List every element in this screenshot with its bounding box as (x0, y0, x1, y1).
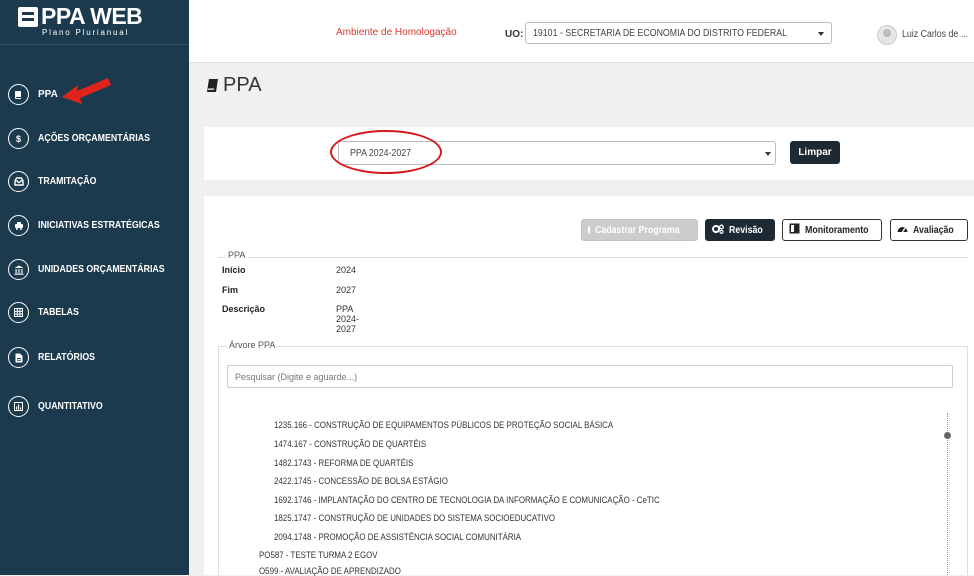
tree-node[interactable]: 1474.167 - CONSTRUÇÃO DE QUARTÉIS (274, 439, 426, 449)
tree-scrollbar-thumb[interactable] (944, 432, 951, 439)
sidebar-item-tramitacao[interactable]: TRAMITAÇÃO (8, 171, 188, 195)
fieldset-border (218, 346, 968, 347)
revisao-label: Revisão (729, 224, 763, 236)
tree-node[interactable]: 1825.1747 - CONSTRUÇÃO DE UNIDADES DO SI… (274, 513, 555, 523)
dollar-icon: $ (8, 128, 29, 149)
file-icon (8, 347, 29, 368)
annotation-arrow-icon (62, 78, 111, 104)
sidebar-item-label: PPA (38, 89, 58, 100)
tree-node[interactable]: 2422.1745 - CONCESSÃO DE BOLSA ESTÁGIO (274, 476, 448, 486)
tree-node[interactable]: 2094.1748 - PROMOÇÃO DE ASSISTÊNCIA SOCI… (274, 532, 521, 542)
info-key: Fim (222, 285, 239, 295)
monitoramento-label: Monitoramento (805, 224, 869, 236)
uo-select[interactable]: 19101 - SECRETARIA DE ECONOMIA DO DISTRI… (525, 22, 832, 44)
sidebar-divider (0, 44, 189, 45)
inbox-icon (8, 171, 29, 192)
info-value: PPA 2024-2027 (336, 304, 360, 334)
app-logo[interactable]: PPA WEB Plano Plurianual (18, 3, 168, 40)
annotation-highlight (330, 130, 442, 174)
sidebar: PPA WEB Plano Plurianual PPA $ AÇÕES ORÇ… (0, 0, 248, 575)
user-name[interactable]: Luiz Carlos de ... (902, 29, 968, 40)
taxi-icon (8, 215, 29, 236)
monitoramento-button[interactable]: Monitoramento (782, 219, 882, 241)
sidebar-item-tabelas[interactable]: TABELAS (8, 302, 188, 326)
tachometer-icon (897, 224, 908, 237)
tree-node[interactable]: 1692.1746 - IMPLANTAÇÃO DO CENTRO DE TEC… (274, 495, 660, 505)
ppa-info-legend: PPA (226, 250, 248, 260)
content-panel: Cadastrar Programa Revisão Monitoramento… (204, 196, 974, 576)
info-value: 2027 (336, 285, 357, 295)
environment-label: Ambiente de Homologação (336, 27, 457, 38)
book-icon (8, 84, 29, 105)
uo-label: UO: (505, 29, 524, 40)
institution-icon (8, 259, 29, 280)
tree-node[interactable]: 1235.166 - CONSTRUÇÃO DE EQUIPAMENTOS PÚ… (274, 420, 613, 430)
sidebar-item-label: RELATÓRIOS (38, 352, 96, 363)
bar-chart-icon (8, 396, 29, 417)
revisao-button[interactable]: Revisão (705, 219, 775, 241)
plus-circle-icon (588, 226, 595, 234)
top-bar: Ambiente de Homologação UO: 19101 - SECR… (189, 0, 974, 63)
cadastrar-programa-button[interactable]: Cadastrar Programa (581, 219, 698, 241)
sidebar-item-label: TABELAS (38, 307, 79, 318)
uo-select-value: 19101 - SECRETARIA DE ECONOMIA DO DISTRI… (533, 28, 787, 39)
sidebar-item-label: TRAMITAÇÃO (38, 176, 97, 187)
logo-icon (18, 7, 38, 27)
sidebar-item-acoes-orcamentarias[interactable]: $ AÇÕES ORÇAMENTÁRIAS (8, 128, 188, 152)
fieldset-border (967, 346, 968, 575)
sidebar-item-label: AÇÕES ORÇAMENTÁRIAS (38, 133, 150, 144)
sidebar-item-quantitativo[interactable]: QUANTITATIVO (8, 396, 188, 420)
clear-button[interactable]: Limpar (790, 141, 840, 164)
chevron-down-icon (818, 32, 824, 36)
avaliacao-button[interactable]: Avaliação (890, 219, 968, 241)
gears-icon (712, 224, 724, 237)
tree-node[interactable]: 1482.1743 - REFORMA DE QUARTÉIS (274, 458, 413, 468)
info-key: Início (222, 265, 246, 275)
report-icon (789, 223, 800, 237)
info-key: Descrição (222, 304, 266, 314)
sidebar-item-label: QUANTITATIVO (38, 401, 103, 412)
tree-search-input[interactable]: Pesquisar (Digite e aguarde...) (227, 365, 953, 388)
book-icon (207, 79, 218, 92)
chevron-down-icon (765, 152, 771, 156)
info-value: 2024 (336, 265, 357, 275)
fieldset-border (218, 257, 968, 258)
logo-subtitle: Plano Plurianual (42, 28, 130, 37)
sidebar-item-label: INICIATIVAS ESTRATÉGICAS (38, 220, 160, 231)
tree-search-placeholder: Pesquisar (Digite e aguarde...) (235, 372, 358, 382)
cadastrar-programa-label: Cadastrar Programa (594, 224, 680, 236)
sidebar-item-label: UNIDADES ORÇAMENTÁRIAS (38, 264, 165, 275)
table-icon (8, 302, 29, 323)
avatar[interactable] (877, 25, 897, 45)
avaliacao-label: Avaliação (913, 224, 954, 236)
fieldset-border (218, 346, 219, 575)
page-title: PPA (223, 74, 262, 96)
filter-panel: PPA 2024-2027 Limpar (204, 127, 974, 180)
sidebar-item-unidades-orcamentarias[interactable]: UNIDADES ORÇAMENTÁRIAS (8, 259, 188, 283)
tree-node[interactable]: PO587 - TESTE TURMA 2 EGOV (259, 550, 378, 560)
logo-title: PPA WEB (41, 3, 143, 29)
sidebar-item-relatorios[interactable]: RELATÓRIOS (8, 347, 188, 371)
tree-legend: Árvore PPA (227, 340, 278, 350)
sidebar-item-iniciativas-estrategicas[interactable]: INICIATIVAS ESTRATÉGICAS (8, 215, 188, 239)
